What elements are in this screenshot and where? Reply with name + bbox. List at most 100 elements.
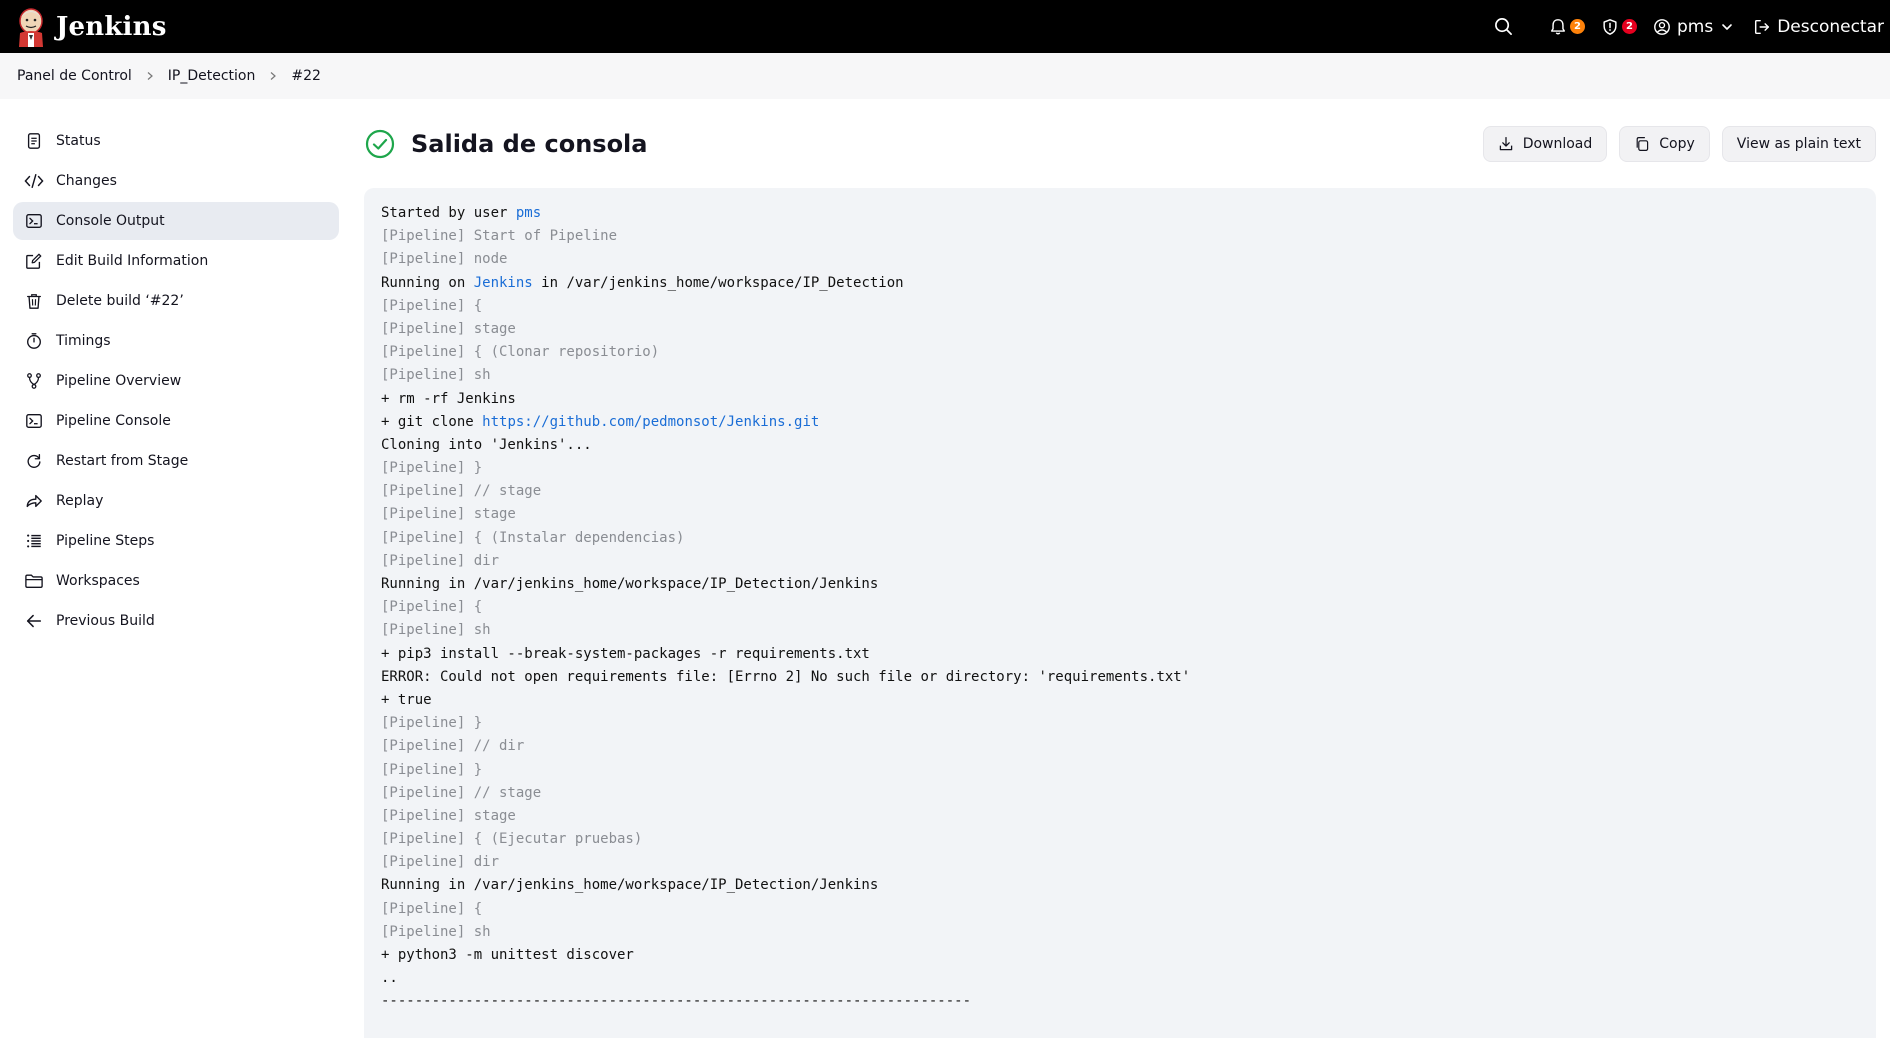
chevron-right-icon [145,71,155,81]
sidebar-item-label: Delete build ‘#22’ [56,293,184,309]
console-line: Running on Jenkins in /var/jenkins_home/… [381,272,1859,295]
sidebar-item-label: Restart from Stage [56,453,188,469]
view-plain-text-button[interactable]: View as plain text [1722,126,1876,162]
sidebar-item-timings[interactable]: Timings [13,322,339,360]
console-line: [Pipeline] } [381,712,1859,735]
console-line: [Pipeline] // stage [381,782,1859,805]
console-line: [Pipeline] { (Instalar dependencias) [381,527,1859,550]
console-output: Started by user pms[Pipeline] Start of P… [364,188,1876,1038]
sidebar: Status Changes Console Output Edit Build… [13,122,339,642]
brand-name: Jenkins [56,12,167,42]
console-line: [Pipeline] } [381,759,1859,782]
download-button[interactable]: Download [1483,126,1608,162]
jenkins-home-link[interactable]: Jenkins [16,7,167,47]
copy-icon [1634,136,1650,152]
breadcrumb-dashboard[interactable]: Panel de Control [17,68,132,84]
console-text: [Pipeline] { (Ejecutar pruebas) [381,831,642,847]
sidebar-item-changes[interactable]: Changes [13,162,339,200]
shield-icon [1601,18,1619,36]
list-icon [24,531,44,551]
console-text: ERROR: Could not open requirements file:… [381,669,1190,685]
notifications-button[interactable]: 2 [1539,0,1591,53]
console-line: [Pipeline] dir [381,550,1859,573]
console-text: [Pipeline] stage [381,808,516,824]
user-menu-button[interactable]: pms [1643,0,1743,53]
breadcrumb-job[interactable]: IP_Detection [168,68,256,84]
copy-button[interactable]: Copy [1619,126,1710,162]
logout-label: Desconectar [1777,17,1884,37]
console-text: + true [381,692,432,708]
console-text: [Pipeline] stage [381,321,516,337]
console-text: .. [381,970,398,986]
sidebar-item-console-output[interactable]: Console Output [13,202,339,240]
console-line: [Pipeline] { (Clonar repositorio) [381,341,1859,364]
top-header: Jenkins 2 2 [0,0,1890,53]
console-text: [Pipeline] // dir [381,738,524,754]
sidebar-item-label: Workspaces [56,573,140,589]
stopwatch-icon [24,331,44,351]
console-text: [Pipeline] sh [381,924,491,940]
sidebar-item-replay[interactable]: Replay [13,482,339,520]
sidebar-item-workspaces[interactable]: Workspaces [13,562,339,600]
console-line: + python3 -m unittest discover [381,944,1859,967]
sidebar-item-previous-build[interactable]: Previous Build [13,602,339,640]
security-badge: 2 [1622,19,1637,34]
code-icon [24,171,44,191]
console-text: [Pipeline] sh [381,622,491,638]
console-text: + python3 -m unittest discover [381,947,634,963]
console-text: [Pipeline] { (Clonar repositorio) [381,344,659,360]
console-line: + rm -rf Jenkins [381,388,1859,411]
console-line: Running in /var/jenkins_home/workspace/I… [381,573,1859,596]
console-line: [Pipeline] // dir [381,735,1859,758]
trash-icon [24,291,44,311]
logout-button[interactable]: Desconectar [1743,0,1890,53]
sidebar-item-label: Console Output [56,213,165,229]
main-content: Salida de consola Download Copy View as … [364,122,1876,166]
chevron-down-icon [1721,21,1733,33]
console-link[interactable]: Jenkins [474,275,533,291]
console-text: + rm -rf Jenkins [381,391,516,407]
sidebar-item-delete-build[interactable]: Delete build ‘#22’ [13,282,339,320]
console-line: [Pipeline] stage [381,318,1859,341]
console-text: Cloning into 'Jenkins'... [381,437,592,453]
search-button[interactable] [1484,0,1539,53]
console-text: in /var/jenkins_home/workspace/IP_Detect… [533,275,904,291]
breadcrumb-build[interactable]: #22 [291,68,321,84]
console-text: [Pipeline] { [381,901,482,917]
edit-icon [24,251,44,271]
console-line: Started by user pms [381,202,1859,225]
sidebar-item-label: Timings [56,333,111,349]
security-button[interactable]: 2 [1591,0,1643,53]
sidebar-item-restart-from-stage[interactable]: Restart from Stage [13,442,339,480]
sidebar-item-status[interactable]: Status [13,122,339,160]
console-text: Running in /var/jenkins_home/workspace/I… [381,877,878,893]
console-link[interactable]: pms [516,205,541,221]
search-icon [1494,17,1513,36]
console-link[interactable]: https://github.com/pedmonsot/Jenkins.git [482,414,819,430]
console-line: [Pipeline] { [381,898,1859,921]
console-text: [Pipeline] } [381,762,482,778]
chevron-right-icon [268,71,278,81]
sidebar-item-edit-build-information[interactable]: Edit Build Information [13,242,339,280]
console-line: [Pipeline] dir [381,851,1859,874]
console-text: ----------------------------------------… [381,993,971,1009]
sidebar-item-pipeline-overview[interactable]: Pipeline Overview [13,362,339,400]
breadcrumb: Panel de Control IP_Detection #22 [0,53,1890,99]
console-line: + git clone https://github.com/pedmonsot… [381,411,1859,434]
console-text: + git clone [381,414,482,430]
console-line: Cloning into 'Jenkins'... [381,434,1859,457]
sidebar-item-label: Replay [56,493,103,509]
console-line: [Pipeline] { [381,295,1859,318]
console-line: .. [381,967,1859,990]
console-line: + true [381,689,1859,712]
sidebar-item-pipeline-console[interactable]: Pipeline Console [13,402,339,440]
console-text: [Pipeline] sh [381,367,491,383]
logout-icon [1753,18,1771,36]
console-line: [Pipeline] stage [381,503,1859,526]
sidebar-item-pipeline-steps[interactable]: Pipeline Steps [13,522,339,560]
console-line: [Pipeline] node [381,248,1859,271]
console-text: [Pipeline] { (Instalar dependencias) [381,530,684,546]
terminal-icon [24,211,44,231]
page-title: Salida de consola [411,130,647,158]
console-text: Started by user [381,205,516,221]
